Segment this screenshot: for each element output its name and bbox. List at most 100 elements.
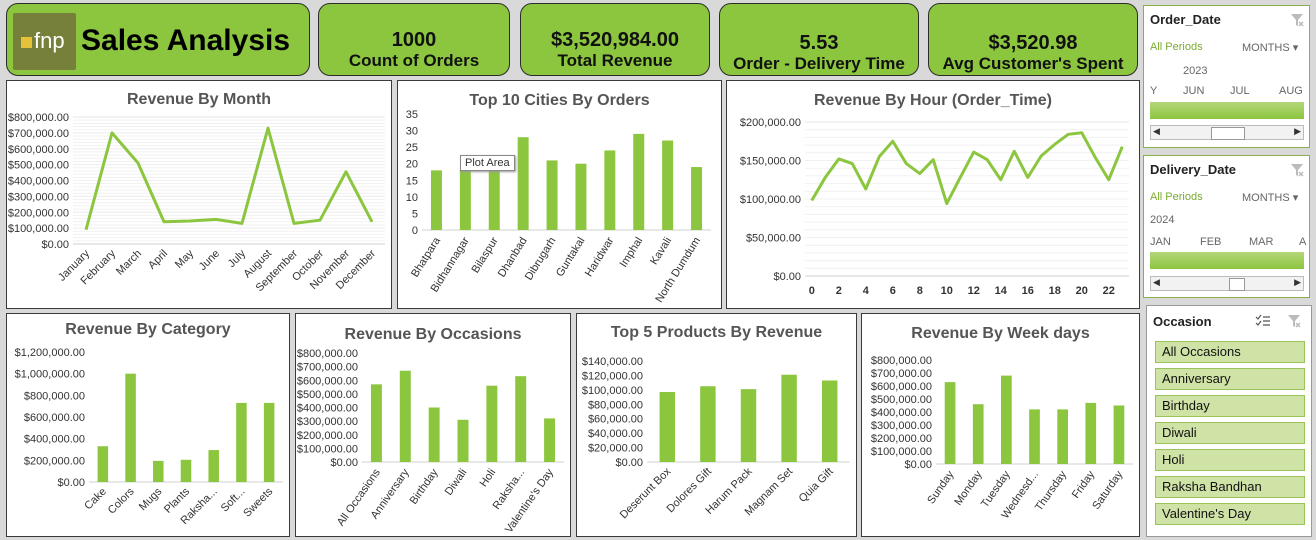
clear-filter-icon[interactable] <box>1290 163 1304 177</box>
scroll-left-icon[interactable]: ◀ <box>1153 277 1160 288</box>
kpi-delivery-time: 5.53 Order - Delivery Time <box>719 3 919 76</box>
bar <box>1085 402 1097 464</box>
y-tick-label: $50,000.00 <box>746 233 801 245</box>
chevron-down-icon: ▾ <box>1292 192 1299 204</box>
bar <box>517 137 529 230</box>
y-tick-label: 5 <box>412 208 418 220</box>
x-tick-label: May <box>173 247 197 271</box>
y-tick-label: $200,000.00 <box>297 430 358 442</box>
occasion-item-holi[interactable]: Holi <box>1155 449 1305 471</box>
chevron-down-icon: ▾ <box>1292 42 1299 54</box>
x-tick-label: Imphal <box>618 235 646 269</box>
time-unit-dropdown[interactable]: MONTHS ▾ <box>1242 41 1298 54</box>
slicer-title: Delivery_Date <box>1150 162 1236 177</box>
bar <box>700 386 716 462</box>
slicer-year: 2024 <box>1150 214 1175 226</box>
month-label: JAN <box>1150 236 1171 248</box>
chart-top-10-cities[interactable]: Top 10 Cities By Orders 35 30 25 20 15 10 5 0 Bha… <box>397 80 722 309</box>
occasion-item-anniversary[interactable]: Anniversary <box>1155 368 1305 390</box>
month-label: AUG <box>1279 85 1303 97</box>
y-tick-label: $200,000.00 <box>24 455 85 467</box>
order-date-slicer[interactable]: Order_Date All Periods MONTHS ▾ 2023 Y J… <box>1143 5 1310 148</box>
bar <box>370 384 382 462</box>
x-tick-label: April <box>146 248 170 272</box>
timeline-scrollbar[interactable]: ◀ ▶ <box>1150 276 1304 291</box>
chart-svg: $800,000.00$700,000.00$600,000.00$500,00… <box>8 112 385 294</box>
chart-revenue-by-occasions[interactable]: Revenue By Occasions $800,000.00 $700,000.… <box>295 313 571 537</box>
chart-top-5-products[interactable]: Top 5 Products By Revenue $140,000.00 $120… <box>576 313 857 537</box>
scroll-thumb[interactable] <box>1211 127 1245 140</box>
kpi-value: 5.53 <box>799 32 839 54</box>
gift-icon <box>21 37 32 48</box>
chart-revenue-by-hour[interactable]: Revenue By Hour (Order_Time) $200,000.00 $… <box>726 80 1140 309</box>
month-label: MAR <box>1249 236 1274 248</box>
month-label: JUL <box>1230 85 1250 97</box>
bar <box>208 450 219 482</box>
bar <box>781 374 797 462</box>
y-tick-label: $0.00 <box>773 271 801 283</box>
kpi-label: Total Revenue <box>557 51 673 70</box>
slicer-title: Occasion <box>1153 314 1212 329</box>
bar <box>488 170 500 230</box>
chart-revenue-by-weekdays[interactable]: Revenue By Week days $800,000.00 $700,000.… <box>861 313 1140 537</box>
timeline-bar[interactable] <box>1150 252 1304 269</box>
y-tick-label: $120,000.00 <box>582 370 643 382</box>
y-tick-label: $800,000.00 <box>24 390 85 402</box>
page-title: Sales Analysis <box>81 24 291 57</box>
timeline-scrollbar[interactable]: ◀ ▶ <box>1150 125 1304 140</box>
bar <box>428 407 440 462</box>
kpi-value: 1000 <box>391 29 437 51</box>
multi-select-icon[interactable] <box>1255 314 1270 328</box>
timeline-bar[interactable] <box>1150 102 1304 119</box>
scroll-right-icon[interactable]: ▶ <box>1294 277 1301 288</box>
y-tick-label: $600,000.00 <box>8 144 69 156</box>
bar <box>515 376 527 462</box>
delivery-date-slicer[interactable]: Delivery_Date All Periods MONTHS ▾ 2024 … <box>1143 155 1310 298</box>
chart-svg: $800,000.00$700,000.00$600,000.00$500,00… <box>871 355 1133 521</box>
occasion-item-birthday[interactable]: Birthday <box>1155 395 1305 417</box>
x-tick-label: Deserunt Box <box>618 465 674 521</box>
x-tick-label: Quia Gift <box>797 466 836 505</box>
y-tick-label: $0.00 <box>615 457 643 469</box>
clear-filter-icon[interactable] <box>1290 13 1304 27</box>
y-tick-label: $600,000.00 <box>24 412 85 424</box>
y-tick-label: $400,000.00 <box>297 403 358 415</box>
scroll-thumb[interactable] <box>1229 278 1245 291</box>
chart-svg: $1,200,000.00 $1,000,000.00 $800,000.00 $60… <box>15 347 283 527</box>
all-periods-link[interactable]: All Periods <box>1150 191 1203 203</box>
kpi-value: $3,520,984.00 <box>551 29 679 51</box>
occasion-item-all[interactable]: All Occasions <box>1155 341 1305 363</box>
x-tick-label: 20 <box>1076 285 1088 297</box>
y-tick-label: $300,000.00 <box>871 420 932 432</box>
bar <box>180 459 192 482</box>
scroll-left-icon[interactable]: ◀ <box>1153 126 1160 137</box>
y-tick-label: $20,000.00 <box>588 443 643 455</box>
y-tick-label: $700,000.00 <box>871 368 932 380</box>
scroll-right-icon[interactable]: ▶ <box>1294 126 1301 137</box>
x-tick-label: 12 <box>968 285 980 297</box>
occasion-item-diwali[interactable]: Diwali <box>1155 422 1305 444</box>
kpi-label: Avg Customer's Spent <box>942 54 1124 73</box>
x-tick-label: Mugs <box>137 485 165 513</box>
y-tick-label: $0.00 <box>904 459 932 471</box>
bar <box>662 140 674 230</box>
bar <box>1057 409 1068 464</box>
x-tick-label: Friday <box>1070 468 1098 500</box>
occasion-item-valentines-day[interactable]: Valentine's Day <box>1155 503 1305 525</box>
y-tick-label: $400,000.00 <box>8 176 69 188</box>
y-tick-label: $200,000.00 <box>8 207 69 219</box>
y-tick-label: $1,000,000.00 <box>15 369 85 381</box>
x-tick-label: 4 <box>863 285 870 297</box>
x-tick-label: 6 <box>890 285 896 297</box>
occasion-item-raksha-bandhan[interactable]: Raksha Bandhan <box>1155 476 1305 498</box>
time-unit-dropdown[interactable]: MONTHS ▾ <box>1242 191 1298 204</box>
y-tick-label: $1,200,000.00 <box>15 347 85 359</box>
chart-revenue-by-month[interactable]: Revenue By Month $800,000.00 $700,000.00 $6… <box>6 80 392 309</box>
x-tick-label: 8 <box>917 285 923 297</box>
clear-filter-icon[interactable] <box>1287 314 1301 328</box>
all-periods-link[interactable]: All Periods <box>1150 41 1203 53</box>
y-tick-label: 10 <box>406 192 418 204</box>
occasion-slicer[interactable]: Occasion All Occasions Anniversary Birth… <box>1146 305 1312 537</box>
chart-revenue-by-category[interactable]: Revenue By Category $1,200,000.00 $1,000,0… <box>6 313 290 537</box>
x-tick-label: Colors <box>106 485 137 516</box>
